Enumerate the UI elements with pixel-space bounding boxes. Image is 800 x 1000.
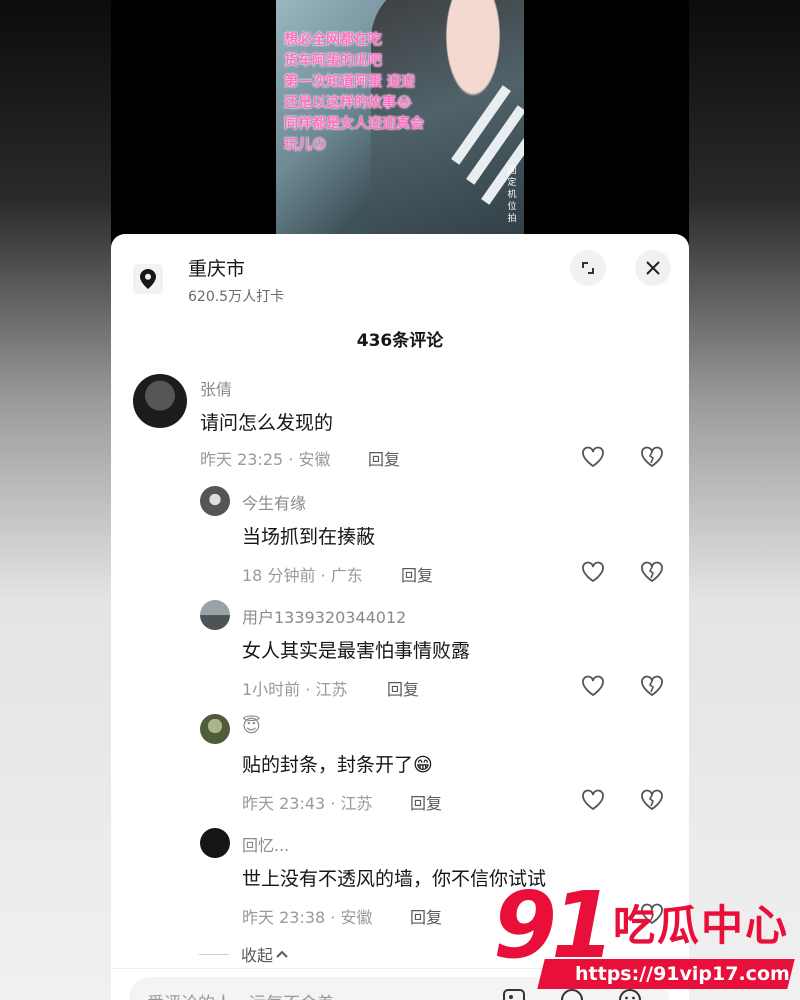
location-checkin-count: 620.5万人打卡 — [188, 289, 285, 305]
comment-text: 女人其实是最害怕事情败露 — [242, 640, 471, 662]
app-window: 想必全网都在吃 货车阿蛋的瓜吧 第一次知道阿蛋 迎迎 还是以这样的故事😂 同样都… — [111, 0, 689, 1000]
comment-text: 请问怎么发现的 — [200, 412, 334, 434]
watermark-brand: 吃瓜中心 — [613, 901, 790, 950]
comment-meta: 昨天 23:25 · 安徽 — [200, 450, 331, 469]
overlay-line: 想必全网都在吃 — [284, 32, 382, 48]
reply-button[interactable]: 回复 — [410, 790, 442, 814]
avatar[interactable] — [200, 828, 230, 858]
avatar[interactable] — [133, 374, 187, 428]
comment-text: 贴的封条，封条开了😁 — [242, 754, 433, 776]
reply-button[interactable]: 回复 — [410, 904, 442, 928]
overlay-line: 还是以这样的故事😂 — [284, 95, 413, 111]
overlay-line: 同样都是女人迎迎真会 — [284, 116, 424, 132]
comment-author[interactable]: 用户1339320344012 — [242, 604, 406, 628]
dislike-broken-heart-icon[interactable] — [639, 444, 665, 470]
overlay-line: 第一次知道阿蛋 迎迎 — [284, 74, 415, 90]
comment-author[interactable]: 😇 — [242, 716, 261, 737]
chevron-up-icon — [276, 950, 288, 958]
comment-author[interactable]: 今生有缘 — [242, 490, 306, 514]
video-frame: 想必全网都在吃 货车阿蛋的瓜吧 第一次知道阿蛋 迎迎 还是以这样的故事😂 同样都… — [276, 0, 524, 250]
overlay-line: 货车阿蛋的瓜吧 — [284, 53, 382, 69]
video-player[interactable]: 想必全网都在吃 货车阿蛋的瓜吧 第一次知道阿蛋 迎迎 还是以这样的故事😂 同样都… — [111, 0, 689, 250]
video-side-caption: 固定机位拍 — [507, 166, 517, 224]
divider — [199, 953, 229, 955]
dislike-broken-heart-icon[interactable] — [639, 673, 665, 699]
comment-input-placeholder: 爱评论的人，运气不会差 — [147, 989, 334, 1000]
watermark-url: https://91vip17.com — [537, 959, 795, 989]
like-heart-icon[interactable] — [580, 787, 606, 813]
close-icon — [646, 261, 660, 275]
location-pin-icon — [133, 264, 163, 294]
location-title[interactable]: 重庆市 — [188, 254, 245, 281]
comment-meta: 昨天 23:43 · 江苏 — [242, 794, 373, 813]
like-heart-icon[interactable] — [580, 559, 606, 585]
collapse-replies[interactable]: 收起 — [199, 942, 289, 966]
comment-count: 436条评论 — [356, 331, 444, 351]
comment-meta: 昨天 23:38 · 安徽 — [242, 908, 373, 927]
reply-button[interactable]: 回复 — [387, 676, 419, 700]
avatar[interactable] — [200, 600, 230, 630]
dislike-broken-heart-icon[interactable] — [639, 787, 665, 813]
comment-meta: 18 分钟前 · 广东 — [242, 566, 363, 585]
comment-text: 当场抓到在揍蔽 — [242, 526, 376, 548]
overlay-line: 玩儿😝 — [284, 137, 327, 153]
like-heart-icon[interactable] — [580, 444, 606, 470]
comment-meta: 1小时前 · 江苏 — [242, 680, 348, 699]
close-button[interactable] — [635, 250, 671, 286]
avatar[interactable] — [200, 486, 230, 516]
expand-icon — [582, 262, 594, 274]
reply-button[interactable]: 回复 — [401, 562, 433, 586]
like-heart-icon[interactable] — [580, 673, 606, 699]
comment-author[interactable]: 张倩 — [200, 376, 232, 400]
comment-author[interactable]: 回忆... — [242, 832, 289, 856]
expand-button[interactable] — [570, 250, 606, 286]
avatar[interactable] — [200, 714, 230, 744]
reply-button[interactable]: 回复 — [368, 446, 400, 470]
site-watermark: 91 吃瓜中心 https://91vip17.com — [493, 876, 795, 1000]
watermark-url-text: https://91vip17.com — [575, 963, 790, 985]
video-overlay-text: 想必全网都在吃 货车阿蛋的瓜吧 第一次知道阿蛋 迎迎 还是以这样的故事😂 同样都… — [284, 30, 464, 156]
collapse-label: 收起 — [241, 946, 274, 965]
dislike-broken-heart-icon[interactable] — [639, 559, 665, 585]
